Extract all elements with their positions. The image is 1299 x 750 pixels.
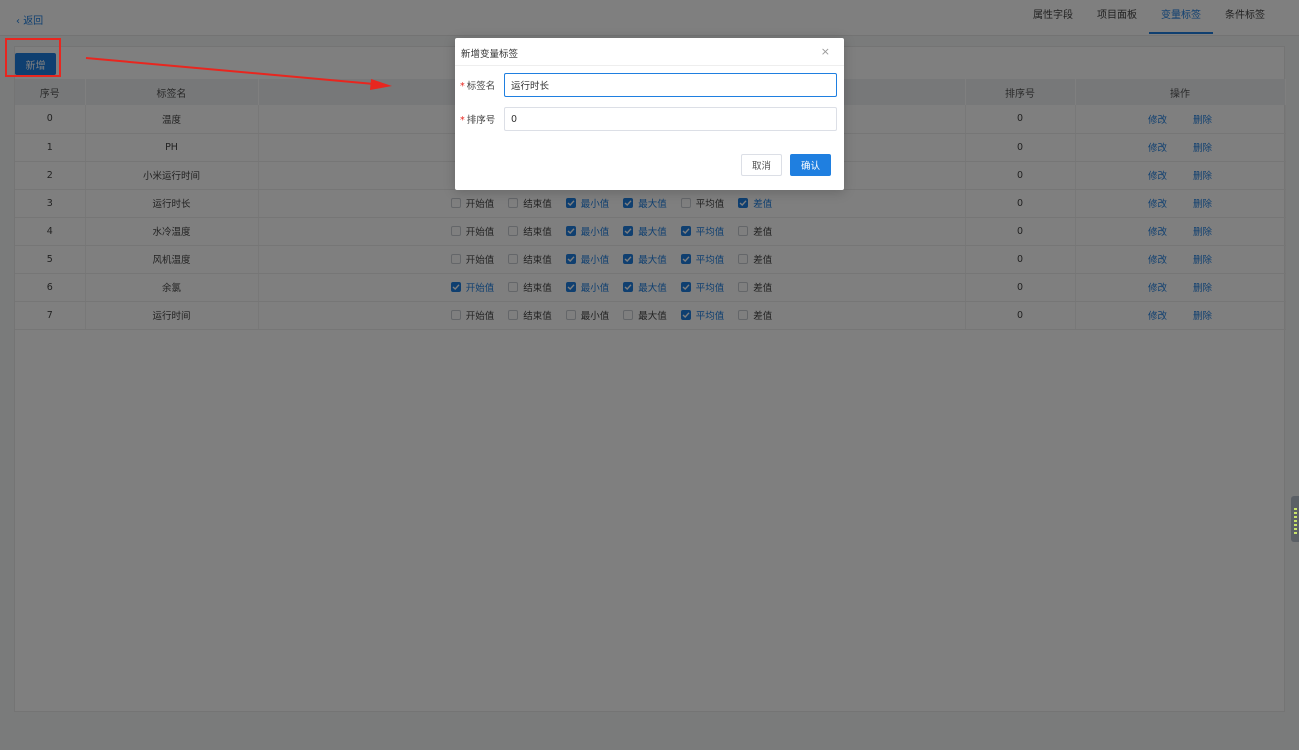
tag-name-input[interactable] xyxy=(504,73,837,97)
add-variable-tag-dialog: 新增变量标签 × *标签名 *排序号 取消 确认 xyxy=(455,38,844,190)
required-mark: * xyxy=(460,115,465,126)
cancel-button[interactable]: 取消 xyxy=(741,154,782,176)
order-input[interactable] xyxy=(504,107,837,131)
annotation-highlight-box xyxy=(5,38,61,77)
tag-name-label-text: 标签名 xyxy=(466,81,496,92)
close-icon[interactable]: × xyxy=(821,46,830,58)
order-row: * 排序号 xyxy=(460,107,837,131)
tag-name-label: * 标签名 xyxy=(460,78,504,92)
side-float-widget[interactable] xyxy=(1291,496,1299,542)
required-mark: * xyxy=(460,81,465,92)
tag-name-row: * 标签名 xyxy=(460,73,837,97)
dialog-divider xyxy=(455,65,844,66)
dialog-title: 新增变量标签 xyxy=(461,49,519,60)
order-label: * 排序号 xyxy=(460,112,504,126)
confirm-button[interactable]: 确认 xyxy=(790,154,831,176)
order-label-text: 排序号 xyxy=(466,115,496,126)
